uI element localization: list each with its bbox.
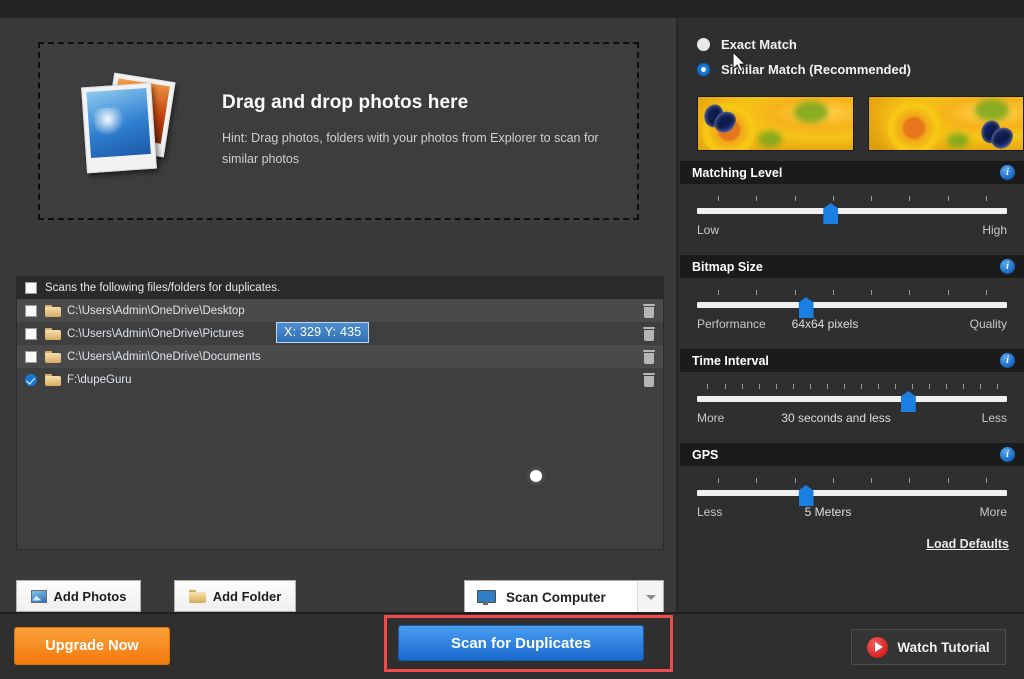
- exact-match-label: Exact Match: [721, 37, 797, 52]
- info-icon[interactable]: i: [1000, 447, 1015, 462]
- slider-time-interval[interactable]: More 30 seconds and less Less: [680, 372, 1024, 433]
- slider-ticks: [699, 290, 1005, 298]
- similar-match-label: Similar Match (Recommended): [721, 62, 911, 77]
- slider-track[interactable]: [697, 391, 1007, 412]
- left-action-row: Add Photos Add Folder Scan Computer: [16, 580, 664, 614]
- section-header-time-interval: Time Interval i: [680, 349, 1024, 372]
- slider-max-label: More: [979, 505, 1007, 519]
- table-row[interactable]: C:\Users\Admin\OneDrive\Desktop: [17, 299, 663, 322]
- slider-bitmap-size[interactable]: Performance 64x64 pixels Quality: [680, 278, 1024, 339]
- row-checkbox[interactable]: [25, 350, 37, 363]
- info-icon[interactable]: i: [1000, 353, 1015, 368]
- info-icon[interactable]: i: [1000, 165, 1015, 180]
- slider-matching-level[interactable]: Low High: [680, 184, 1024, 245]
- slider-track[interactable]: [697, 297, 1007, 318]
- section-header-gps: GPS i: [680, 443, 1024, 466]
- watch-tutorial-label: Watch Tutorial: [897, 639, 990, 655]
- info-icon[interactable]: i: [1000, 259, 1015, 274]
- left-panel: Drag and drop photos here Hint: Drag pho…: [0, 18, 678, 614]
- load-defaults-link[interactable]: Load Defaults: [680, 527, 1024, 551]
- drag-drop-zone[interactable]: Drag and drop photos here Hint: Drag pho…: [38, 42, 639, 220]
- select-all-checkbox[interactable]: [25, 282, 37, 294]
- folder-icon: [45, 373, 61, 386]
- file-list-header-label: Scans the following files/folders for du…: [45, 282, 281, 294]
- folder-path: C:\Users\Admin\OneDrive\Documents: [67, 350, 261, 363]
- scan-target-dropdown[interactable]: Scan Computer: [464, 580, 664, 614]
- folder-path: F:\dupeGuru: [67, 373, 132, 386]
- photos-stack-icon: [64, 71, 194, 191]
- add-folder-button[interactable]: Add Folder: [174, 580, 296, 612]
- drag-drop-text: Drag and drop photos here Hint: Drag pho…: [222, 92, 622, 169]
- scan-for-duplicates-button[interactable]: Scan for Duplicates: [398, 625, 644, 661]
- slider-thumb[interactable]: [798, 485, 814, 506]
- slider-track[interactable]: [697, 485, 1007, 506]
- slider-thumb[interactable]: [823, 203, 839, 224]
- mouse-cursor: [733, 52, 747, 73]
- folder-icon: [45, 350, 61, 363]
- slider-track[interactable]: [697, 203, 1007, 224]
- coordinate-tooltip: X: 329 Y: 435: [276, 322, 370, 343]
- scan-target-label: Scan Computer: [506, 589, 606, 605]
- click-marker-dot: [530, 470, 542, 482]
- slider-ticks: [699, 196, 1005, 204]
- slider-value-label: 64x64 pixels: [791, 317, 859, 331]
- app-window: Drag and drop photos here Hint: Drag pho…: [0, 0, 1024, 679]
- file-list-header: Scans the following files/folders for du…: [17, 277, 663, 299]
- add-photos-button[interactable]: Add Photos: [16, 580, 141, 612]
- slider-ticks: [699, 478, 1005, 486]
- radio-icon-selected[interactable]: [697, 63, 710, 76]
- scan-file-list: Scans the following files/folders for du…: [16, 276, 664, 550]
- window-top-strip: [0, 0, 1024, 18]
- folder-icon: [45, 327, 61, 340]
- sunflower-butterfly-right-thumbnail: [867, 96, 1024, 151]
- watch-tutorial-button[interactable]: Watch Tutorial: [851, 629, 1006, 665]
- table-row[interactable]: F:\dupeGuru: [17, 368, 663, 391]
- slider-thumb[interactable]: [900, 391, 916, 412]
- table-row[interactable]: C:\Users\Admin\OneDrive\Documents: [17, 345, 663, 368]
- slider-max-label: High: [982, 223, 1007, 237]
- preview-thumbnails: [680, 82, 1024, 151]
- delete-icon[interactable]: [643, 303, 655, 318]
- section-title: Matching Level: [692, 165, 783, 180]
- radio-icon[interactable]: [697, 38, 710, 51]
- section-header-bitmap-size: Bitmap Size i: [680, 255, 1024, 278]
- slider-ticks: [699, 384, 1005, 392]
- slider-value-label: 5 Meters: [804, 505, 852, 519]
- image-icon: [30, 589, 47, 603]
- section-title: Time Interval: [692, 353, 769, 368]
- slider-value-label: 30 seconds and less: [781, 411, 891, 425]
- slider-thumb[interactable]: [798, 297, 814, 318]
- computer-icon: [477, 589, 496, 605]
- drag-drop-title: Drag and drop photos here: [222, 92, 469, 114]
- row-checkbox[interactable]: [25, 304, 37, 317]
- section-header-matching-level: Matching Level i: [680, 161, 1024, 184]
- slider-gps[interactable]: Less 5 Meters More: [680, 466, 1024, 527]
- section-title: GPS: [692, 447, 719, 462]
- row-checkbox[interactable]: [25, 327, 37, 340]
- sunflower-butterfly-left-thumbnail: [697, 96, 854, 151]
- folder-path: C:\Users\Admin\OneDrive\Desktop: [67, 304, 245, 317]
- radio-exact-match[interactable]: Exact Match: [680, 32, 1024, 57]
- add-photos-label: Add Photos: [53, 588, 127, 604]
- section-title: Bitmap Size: [692, 259, 763, 274]
- slider-min-label: Low: [697, 223, 720, 237]
- play-icon: [867, 636, 889, 658]
- folder-icon: [188, 589, 206, 603]
- add-folder-label: Add Folder: [212, 588, 282, 604]
- delete-icon[interactable]: [643, 326, 655, 341]
- upgrade-now-button[interactable]: Upgrade Now: [14, 627, 170, 665]
- folder-icon: [45, 304, 61, 317]
- row-checkbox[interactable]: [25, 373, 37, 386]
- delete-icon[interactable]: [643, 372, 655, 387]
- settings-panel: Exact Match Similar Match (Recommended): [680, 18, 1024, 612]
- chevron-down-icon[interactable]: [637, 581, 663, 613]
- delete-icon[interactable]: [643, 349, 655, 364]
- drag-drop-hint: Hint: Drag photos, folders with your pho…: [222, 131, 599, 166]
- radio-similar-match[interactable]: Similar Match (Recommended): [680, 57, 1024, 82]
